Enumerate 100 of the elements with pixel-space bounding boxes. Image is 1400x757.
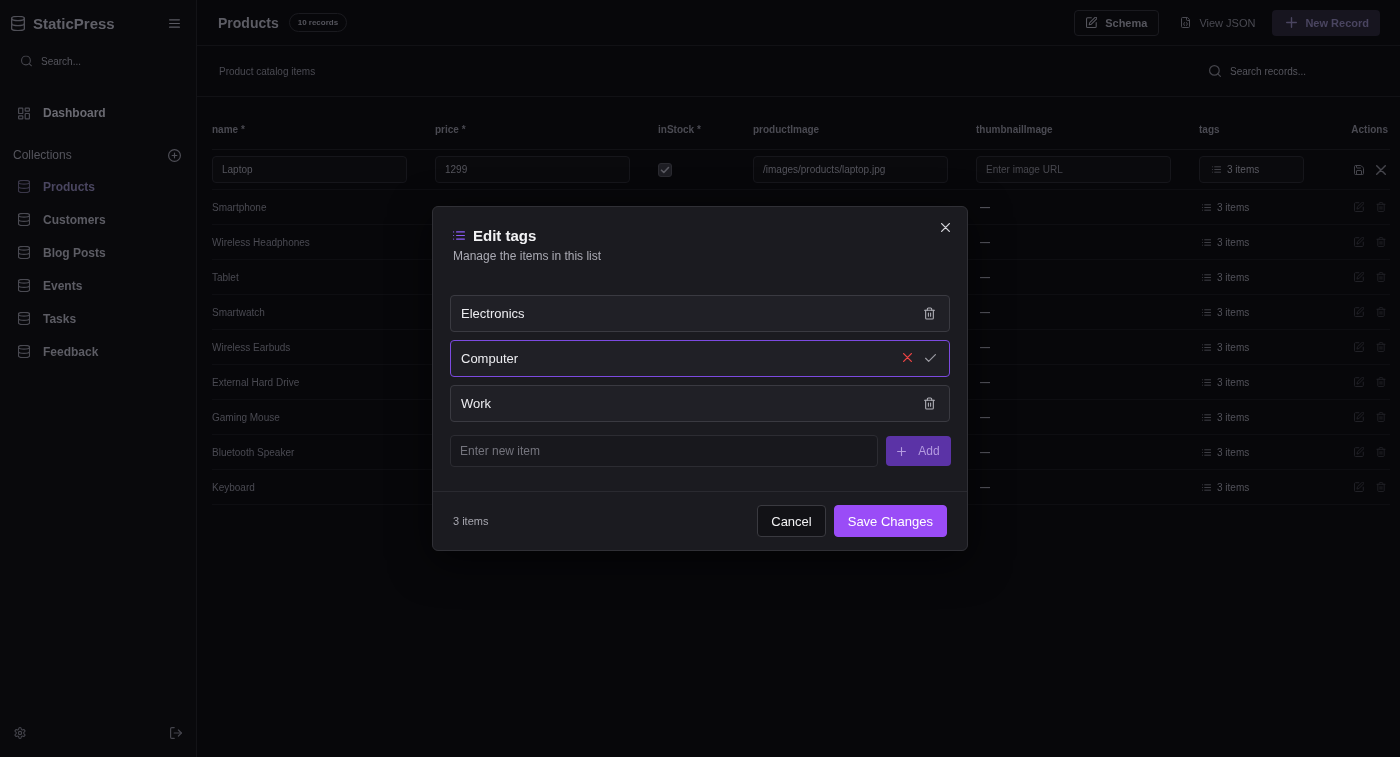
database-icon xyxy=(18,312,30,325)
table-cell-text: — xyxy=(979,201,990,213)
edit-icon[interactable] xyxy=(1354,482,1364,492)
tag-item[interactable]: Electronics xyxy=(450,295,950,332)
view-json-button[interactable]: View JSON xyxy=(1167,9,1265,36)
edit-icon[interactable] xyxy=(1354,447,1364,457)
tags-button[interactable]: 3 items xyxy=(1199,438,1251,466)
tag-label: Work xyxy=(461,396,492,411)
database-icon xyxy=(18,246,30,259)
cancel-icon[interactable] xyxy=(903,353,912,362)
table-cell: Smartwatch xyxy=(212,306,265,318)
item-count: 3 items xyxy=(453,515,489,527)
tags-button[interactable]: 3 items xyxy=(1199,263,1251,291)
new-record-button[interactable]: New Record xyxy=(1272,9,1380,36)
dashboard-icon xyxy=(18,106,30,120)
tag-item[interactable]: Work xyxy=(450,385,950,422)
sidebar-item[interactable]: Feedback xyxy=(0,335,196,368)
tags-button[interactable]: 3 items xyxy=(1199,403,1251,431)
column-header: name * xyxy=(212,124,246,135)
edit-icon[interactable] xyxy=(1354,307,1364,317)
checkbox[interactable] xyxy=(658,162,672,177)
plus-icon xyxy=(897,446,907,456)
search-icon xyxy=(21,55,32,67)
tags-button[interactable]: 3 items xyxy=(1199,193,1251,221)
edit-icon xyxy=(1086,17,1098,28)
edit-icon[interactable] xyxy=(1354,272,1364,282)
table-cell-text: — xyxy=(979,341,990,353)
column-header: price * xyxy=(435,124,467,135)
list-icon xyxy=(1202,413,1211,421)
table-cell-text: — xyxy=(979,236,990,248)
search-icon xyxy=(1209,65,1221,77)
tags-button[interactable]: 3 items xyxy=(1199,333,1251,361)
list-icon xyxy=(453,230,465,240)
list-icon xyxy=(1202,308,1211,316)
save-button[interactable]: Save Changes xyxy=(833,505,947,537)
table-cell: Bluetooth Speaker xyxy=(212,446,295,458)
sidebar-item[interactable]: Blog Posts xyxy=(0,236,196,269)
tags-button[interactable]: 3 items xyxy=(1199,473,1251,501)
table-cell: Tablet xyxy=(212,271,239,283)
app-logo-text: StaticPress xyxy=(33,14,116,32)
sidebar-item[interactable]: Tasks xyxy=(0,302,196,335)
list-icon xyxy=(1202,378,1211,386)
search-field[interactable]: Search... xyxy=(14,46,182,76)
edit-icon[interactable] xyxy=(1354,202,1364,212)
modal-title: Edit tags xyxy=(473,226,537,244)
tags-button[interactable]: 3 items xyxy=(1199,156,1304,183)
tag-label: Electronics xyxy=(461,306,525,321)
list-icon xyxy=(1202,343,1211,351)
database-icon xyxy=(18,345,30,358)
table-cell-text: — xyxy=(979,446,990,458)
list-icon xyxy=(1202,448,1211,456)
table-cell: Wireless Earbuds xyxy=(212,341,291,353)
tag-input[interactable]: Computer xyxy=(450,340,950,377)
menu-icon[interactable] xyxy=(169,18,180,28)
table-cell-text: — xyxy=(979,306,990,318)
edit-icon[interactable] xyxy=(1354,342,1364,352)
file-icon xyxy=(1180,17,1192,28)
trash-icon[interactable] xyxy=(924,307,935,320)
name-input[interactable]: Laptop xyxy=(212,156,407,183)
save-icon[interactable] xyxy=(1354,164,1364,175)
database-icon xyxy=(18,279,30,292)
new-item-input[interactable]: Enter new item xyxy=(450,435,878,467)
collection-description: Product catalog items xyxy=(219,65,316,77)
column-header: tags xyxy=(1199,124,1221,135)
image-url-input[interactable]: /images/products/laptop.jpg xyxy=(753,156,948,183)
page-title: Products xyxy=(218,14,279,31)
column-header: Actions xyxy=(1350,124,1389,135)
cancel-button[interactable]: Cancel xyxy=(757,505,826,537)
database-icon xyxy=(18,180,30,193)
sidebar-item[interactable]: Products xyxy=(0,170,196,203)
tags-button[interactable]: 3 items xyxy=(1199,298,1251,326)
list-icon xyxy=(1202,483,1211,491)
database-icon xyxy=(18,213,30,226)
column-header: productImage xyxy=(753,124,821,135)
table-cell: Wireless Headphones xyxy=(212,236,310,248)
schema-button[interactable]: Schema xyxy=(1074,9,1160,36)
trash-icon[interactable] xyxy=(924,397,935,410)
modal-subtitle: Manage the items in this list xyxy=(453,249,603,263)
table-cell: Gaming Mouse xyxy=(212,411,280,423)
column-header: thumbnailImage xyxy=(976,124,1054,135)
edit-icon[interactable] xyxy=(1354,412,1364,422)
price-input[interactable]: 1299 xyxy=(435,156,630,183)
table-cell-text: — xyxy=(979,411,990,423)
tags-button[interactable]: 3 items xyxy=(1199,368,1251,396)
thumbnail-url-input[interactable]: Enter image URL xyxy=(976,156,1171,183)
edit-icon[interactable] xyxy=(1354,377,1364,387)
column-header: inStock * xyxy=(658,124,702,135)
search-field[interactable]: Search records... xyxy=(1200,57,1380,85)
table-cell: Keyboard xyxy=(212,481,255,493)
sidebar-item[interactable]: Customers xyxy=(0,203,196,236)
add-icon[interactable] xyxy=(168,148,181,162)
check-icon[interactable] xyxy=(925,353,936,362)
list-icon xyxy=(1212,166,1221,173)
table-cell-text: — xyxy=(979,376,990,388)
sidebar-item[interactable]: Events xyxy=(0,269,196,302)
tags-button[interactable]: 3 items xyxy=(1199,228,1251,256)
logout-icon[interactable] xyxy=(170,727,182,739)
settings-icon[interactable] xyxy=(14,727,26,739)
edit-icon[interactable] xyxy=(1354,237,1364,247)
sidebar-item[interactable]: Dashboard xyxy=(0,96,196,130)
